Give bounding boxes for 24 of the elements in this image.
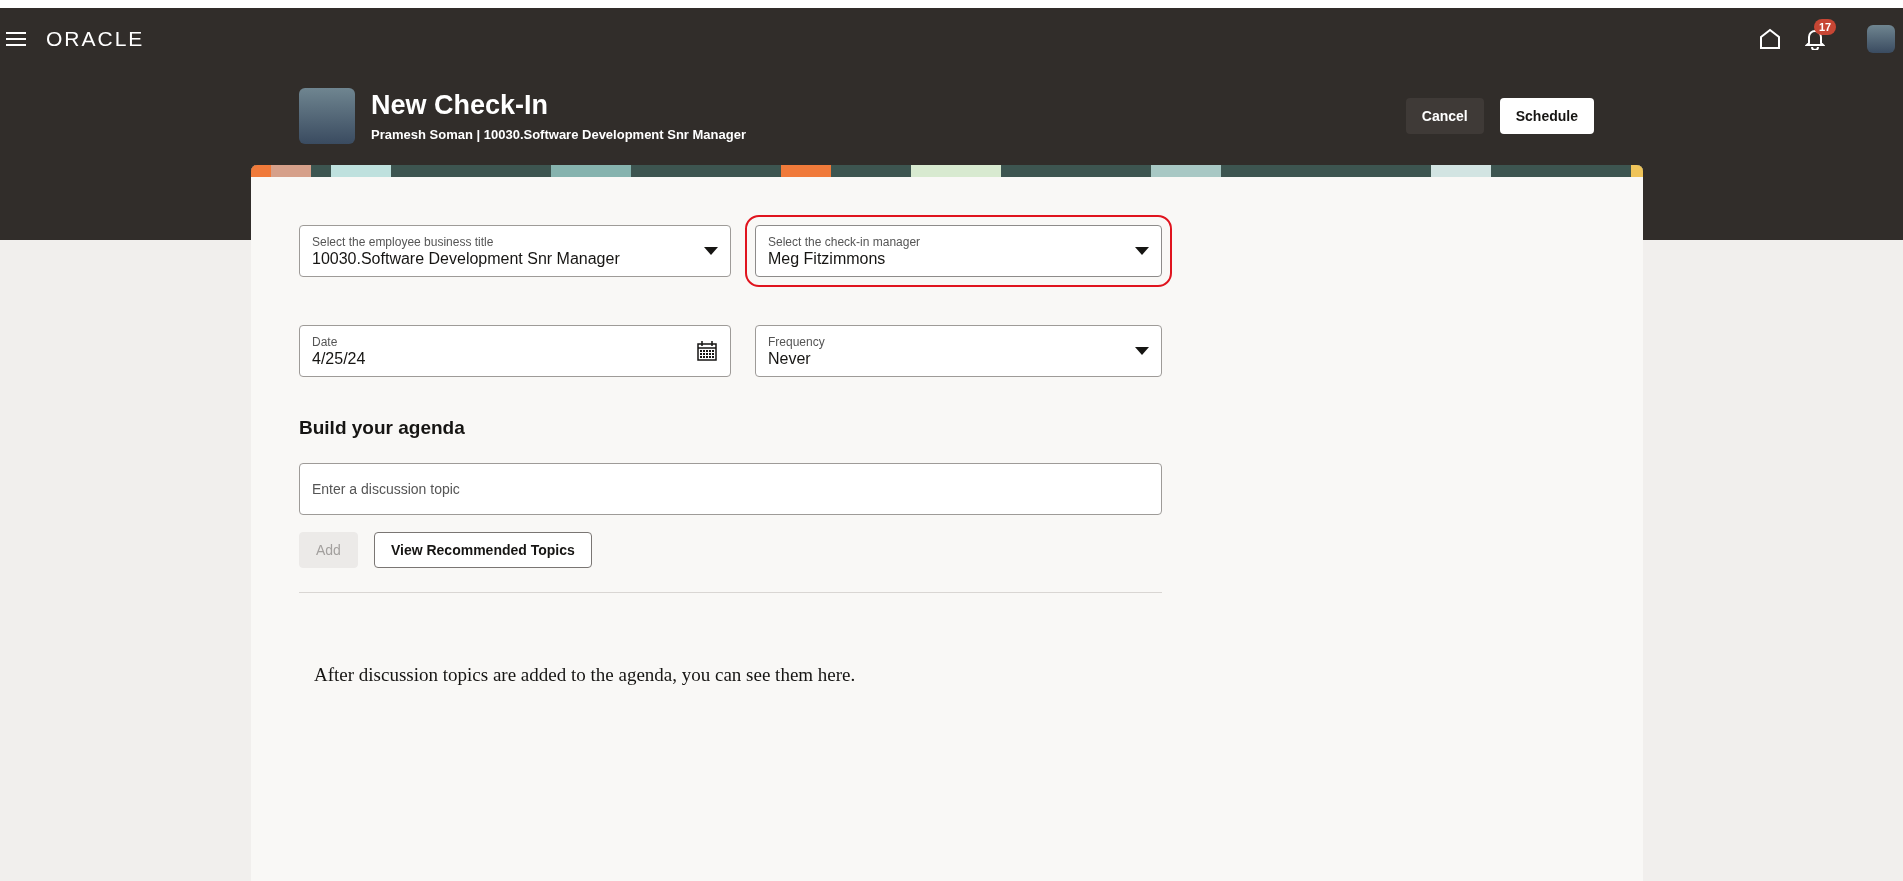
empty-agenda-message: After discussion topics are added to the agenda, you can see them here.	[314, 664, 857, 686]
dropdown-caret-icon	[1135, 347, 1149, 355]
action-button[interactable]: Cancel	[1405, 98, 1484, 134]
agenda-button[interactable]: View Recommended Topics	[373, 532, 592, 568]
dropdown-field[interactable]: Frequency Never	[755, 325, 1162, 377]
user-avatar[interactable]	[1867, 25, 1895, 53]
action-button[interactable]: Schedule	[1499, 98, 1594, 134]
menu-button[interactable]	[6, 31, 26, 47]
employee-subtitle: Pramesh Soman | 10030.Software Development Snr Manager	[371, 127, 747, 142]
dropdown-field[interactable]: Select the employee business title 10030.Software Development Snr Manager	[299, 225, 731, 277]
home-icon	[1759, 28, 1781, 50]
section-heading: Build your agenda	[299, 417, 466, 439]
calendar-icon	[696, 340, 718, 362]
notification-count: 17	[1814, 19, 1837, 35]
home-button[interactable]	[1759, 28, 1781, 50]
employee-photo-placeholder	[299, 88, 355, 144]
logo: ORACLE	[46, 27, 145, 51]
topic-input-field[interactable]: Enter a discussion topic	[299, 463, 1162, 515]
date-field[interactable]: Date 4/25/24	[299, 325, 731, 377]
page-title: New Check-In	[371, 90, 550, 121]
notifications-button[interactable]: 17	[1805, 19, 1839, 50]
menu-icon	[6, 31, 26, 47]
dropdown-caret-icon	[1135, 247, 1149, 255]
dropdown-caret-icon	[704, 247, 718, 255]
